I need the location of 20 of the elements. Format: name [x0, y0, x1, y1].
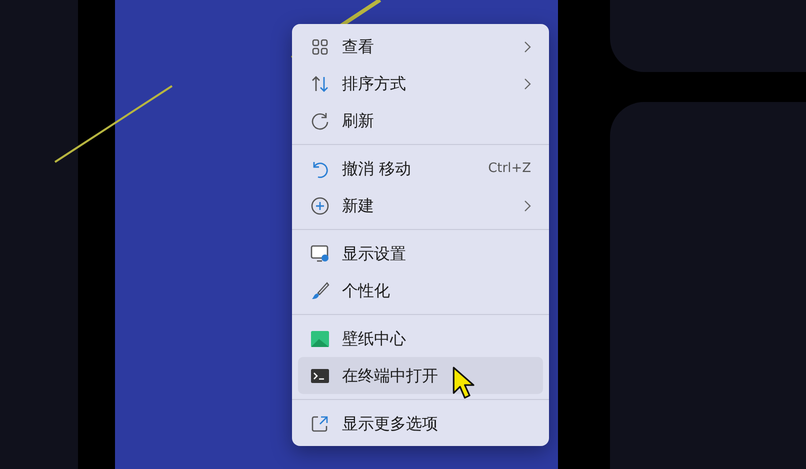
- share-icon: [310, 414, 330, 434]
- display-settings-icon: [310, 244, 330, 264]
- menu-item[interactable]: 显示设置: [298, 235, 543, 272]
- menu-item[interactable]: 显示更多选项: [298, 405, 543, 442]
- menu-item[interactable]: 刷新: [298, 102, 543, 139]
- grid-icon: [310, 36, 330, 56]
- menu-item[interactable]: 新建: [298, 187, 543, 224]
- mouse-pointer-icon: [452, 366, 476, 401]
- brush-icon: [310, 280, 330, 300]
- menu-item[interactable]: 撤消 移动 Ctrl+Z: [298, 150, 543, 187]
- menu-item[interactable]: 壁纸中心: [298, 320, 543, 357]
- menu-item[interactable]: 个性化: [298, 272, 543, 309]
- menu-item[interactable]: 排序方式: [298, 65, 543, 102]
- shortcut-text: Ctrl+Z: [488, 160, 531, 178]
- sort-icon: [310, 74, 330, 94]
- menu-item[interactable]: 在终端中打开: [298, 357, 543, 394]
- picture-icon: [310, 328, 330, 348]
- refresh-icon: [310, 110, 330, 130]
- plus-icon: [310, 196, 330, 216]
- menu-item[interactable]: 查看: [298, 28, 543, 65]
